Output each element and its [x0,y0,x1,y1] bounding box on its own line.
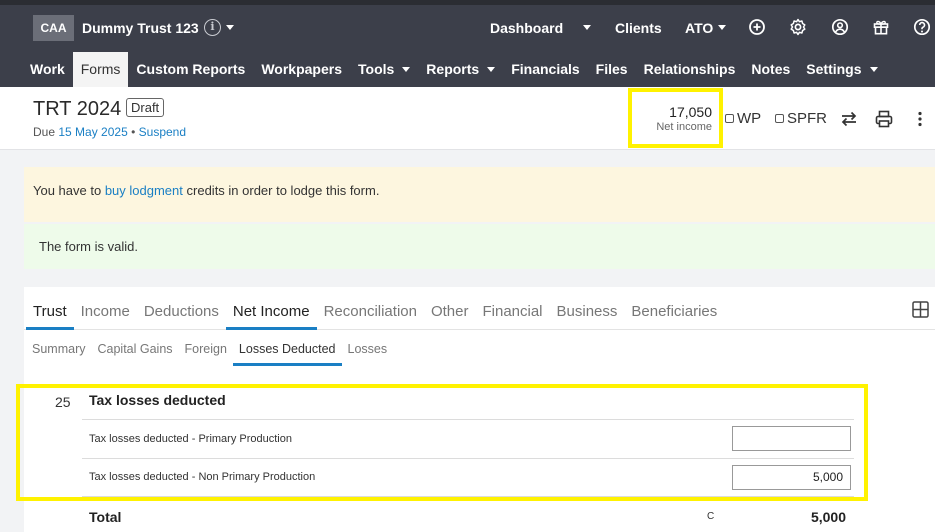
menu-label: Relationships [643,61,736,77]
org-name[interactable]: Dummy Trust 123 [82,20,199,36]
menu-label: Notes [751,61,791,77]
field-label-non-primary-production: Tax losses deducted - Non Primary Produc… [89,471,316,483]
menu-custom-reports[interactable]: Custom Reports [128,52,253,87]
non-primary-production-input[interactable]: 5,000 [732,465,851,490]
chevron-down-icon[interactable] [583,25,591,30]
chevron-down-icon [402,67,411,72]
form-valid-message: The form is valid. [24,224,935,269]
menu-label: Custom Reports [136,61,246,77]
menu-forms[interactable]: Forms [72,52,129,87]
tab-business[interactable]: Business [550,287,625,330]
primary-production-input[interactable] [732,426,851,451]
menu-reports[interactable]: Reports [418,52,503,87]
menu-financials[interactable]: Financials [503,52,587,87]
chevron-down-icon[interactable] [718,25,726,30]
menu-label: Files [595,61,628,77]
tab-income[interactable]: Income [74,287,137,330]
due-date-link[interactable]: 15 May 2025 [58,125,127,139]
more-vertical-icon[interactable] [910,109,930,129]
net-income-value: 17,050 [669,104,712,120]
due-line: Due 15 May 2025 • Suspend [33,125,186,139]
menu-label: Financials [511,61,580,77]
due-prefix: Due [33,125,56,139]
menu-tools[interactable]: Tools [350,52,418,87]
tab-other[interactable]: Other [424,287,476,330]
section-title: Tax losses deducted [89,392,226,408]
tab-financial[interactable]: Financial [475,287,549,330]
menu-workpapers[interactable]: Workpapers [253,52,350,87]
nav-ato[interactable]: ATO [685,20,713,36]
menu-files[interactable]: Files [588,52,636,87]
nav-clients[interactable]: Clients [615,20,662,36]
subtab-losses-deducted[interactable]: Losses Deducted [232,330,342,366]
user-circle-icon[interactable] [830,17,850,37]
lodgment-warning: You have to buy lodgment credits in orde… [24,167,935,222]
menu-label: Tools [358,61,395,77]
divider [82,458,854,459]
menu-settings[interactable]: Settings [798,52,885,87]
tab-trust[interactable]: Trust [26,287,74,330]
field-label-primary-production: Tax losses deducted - Primary Production [89,433,292,445]
wp-checkbox[interactable]: WP [725,110,761,127]
tab-deductions[interactable]: Deductions [137,287,226,330]
total-code: C [707,511,715,522]
nav-dashboard[interactable]: Dashboard [490,20,563,36]
help-icon[interactable] [912,17,932,37]
print-icon[interactable] [874,109,894,129]
subtab-capital-gains[interactable]: Capital Gains [91,330,178,366]
tab-net-income[interactable]: Net Income [225,287,317,330]
chevron-down-icon [487,67,496,72]
warning-prefix: You have to [33,183,102,198]
plus-circle-icon[interactable] [747,17,767,37]
main-menu: Work Forms Custom Reports Workpapers Too… [22,52,886,87]
total-value: 5,000 [810,509,846,525]
menu-label: Settings [806,61,862,77]
tab-reconciliation[interactable]: Reconciliation [317,287,424,330]
status-badge: Draft [126,98,165,117]
net-income-label: Net income [656,121,712,133]
spfr-label: SPFR [787,110,828,127]
net-income-highlight: 17,050 Net income [628,88,723,148]
menu-work[interactable]: Work [22,52,73,87]
menu-relationships[interactable]: Relationships [636,52,744,87]
info-icon[interactable]: i [204,19,221,36]
form-header: TRT 2024 Draft Due 15 May 2025 • Suspend… [0,87,935,150]
section-number: 25 [55,394,71,410]
checkbox-icon [775,114,784,123]
subtab-foreign[interactable]: Foreign [179,330,233,366]
chevron-down-icon [869,67,878,72]
divider [82,496,854,497]
gift-icon[interactable] [871,17,891,37]
chevron-down-icon[interactable] [226,25,234,30]
page-title: TRT 2024 [33,98,122,120]
divider [82,419,854,420]
total-label: Total [89,509,122,525]
gear-icon[interactable] [788,17,808,37]
menu-label: Work [30,61,65,77]
spfr-checkbox[interactable]: SPFR [775,110,827,127]
org-logo[interactable]: CAA [33,15,74,41]
top-edge [0,0,935,5]
menu-label: Forms [80,61,121,77]
checkbox-icon [725,114,734,123]
menu-notes[interactable]: Notes [743,52,798,87]
suspend-link[interactable]: Suspend [139,125,186,139]
menu-label: Reports [426,61,480,77]
wp-label: WP [737,110,762,127]
main-tabs: Trust Income Deductions Net Income Recon… [24,287,935,330]
menu-label: Workpapers [261,61,342,77]
swap-arrows-icon[interactable] [839,109,859,129]
subtab-summary[interactable]: Summary [26,330,91,366]
bullet: • [131,125,136,139]
buy-lodgment-link[interactable]: buy lodgment [105,183,183,198]
subtab-losses[interactable]: Losses [342,330,394,366]
grid-layout-icon[interactable] [912,301,929,318]
warning-suffix: credits in order to lodge this form. [186,183,380,198]
top-bar: CAA Dummy Trust 123 i Dashboard Clients … [0,0,935,87]
tab-beneficiaries[interactable]: Beneficiaries [624,287,724,330]
sub-tabs: Summary Capital Gains Foreign Losses Ded… [24,330,935,366]
